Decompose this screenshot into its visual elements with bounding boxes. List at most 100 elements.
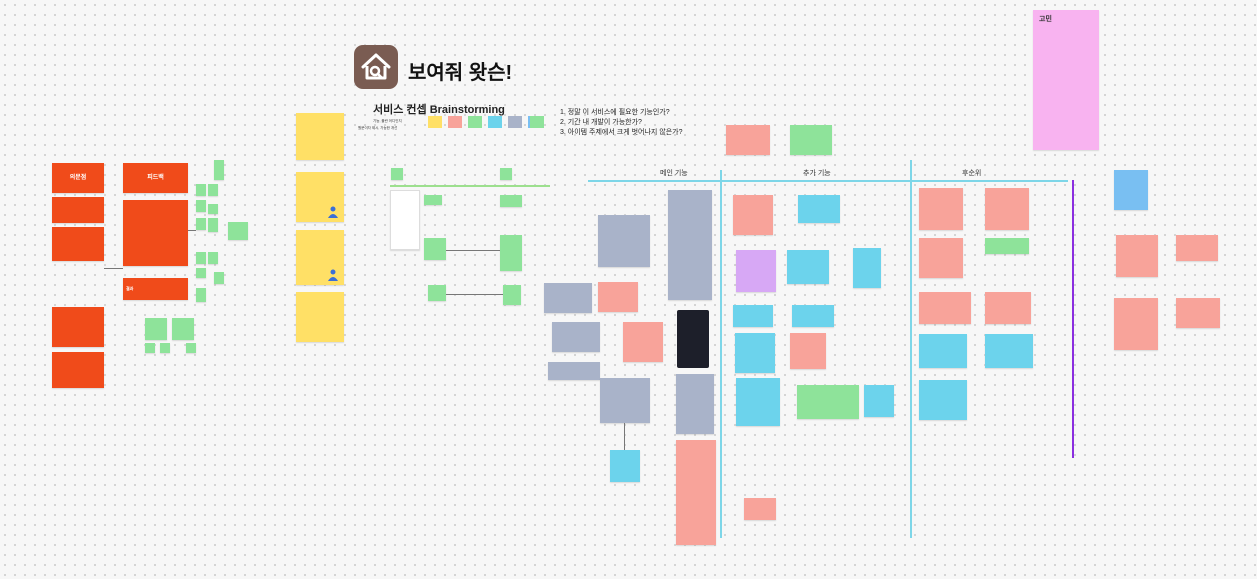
- header-sticky-result[interactable]: 결과: [123, 278, 188, 300]
- sticky-note[interactable]: [160, 343, 170, 353]
- person-icon: [328, 268, 338, 281]
- sticky-note[interactable]: [919, 380, 967, 420]
- sticky-note[interactable]: [919, 334, 967, 368]
- sticky-note[interactable]: [790, 333, 826, 369]
- sticky-note[interactable]: [985, 334, 1033, 368]
- sticky-note[interactable]: [676, 440, 716, 545]
- sticky-note[interactable]: [52, 307, 104, 347]
- person-icon: [328, 205, 338, 218]
- sticky-note[interactable]: [500, 195, 522, 207]
- sticky-note[interactable]: [500, 235, 522, 271]
- sticky-note[interactable]: [186, 343, 196, 353]
- sticky-note[interactable]: [424, 195, 442, 205]
- connector: [624, 423, 625, 450]
- sticky-note[interactable]: [919, 188, 963, 230]
- sticky-note[interactable]: [919, 238, 963, 278]
- house-search-icon: [361, 53, 391, 80]
- legend-chip: [468, 116, 482, 128]
- sticky-note[interactable]: [733, 305, 773, 327]
- sticky-note[interactable]: [428, 285, 446, 301]
- sticky-note[interactable]: [919, 292, 971, 324]
- sticky-note[interactable]: [985, 238, 1029, 254]
- sticky-note[interactable]: [798, 195, 840, 223]
- question-2: 2. 기간 내 개발이 가능한가?: [560, 119, 642, 126]
- sticky-note[interactable]: [196, 288, 206, 302]
- column-header-extra: 추가 기능: [803, 170, 831, 177]
- purple-divider: [1072, 180, 1074, 458]
- sticky-note[interactable]: [853, 248, 881, 288]
- sticky-note[interactable]: [296, 292, 344, 342]
- header-sticky-questions[interactable]: 의문점: [52, 163, 104, 193]
- sticky-note[interactable]: [1176, 298, 1220, 328]
- connector: [188, 230, 196, 231]
- sticky-note[interactable]: [985, 292, 1031, 324]
- sticky-note[interactable]: [390, 190, 420, 250]
- sticky-note[interactable]: [145, 343, 155, 353]
- sticky-note[interactable]: [214, 160, 224, 180]
- sticky-note[interactable]: [1176, 235, 1218, 261]
- sticky-note[interactable]: [208, 218, 218, 232]
- connector: [446, 250, 500, 251]
- column-header-later: 후순위: [962, 170, 982, 177]
- sticky-note[interactable]: [598, 282, 638, 312]
- sticky-note[interactable]: [196, 218, 206, 230]
- sticky-note[interactable]: [726, 125, 770, 155]
- sticky-note[interactable]: [1114, 298, 1158, 350]
- sticky-note[interactable]: [787, 250, 829, 284]
- sticky-note[interactable]: [736, 378, 780, 426]
- sticky-note[interactable]: [52, 197, 104, 223]
- sticky-note[interactable]: [797, 385, 859, 419]
- sticky-note[interactable]: [214, 272, 224, 284]
- legend-chip: [448, 116, 462, 128]
- sticky-note[interactable]: [676, 374, 714, 434]
- sticky-note[interactable]: [424, 238, 446, 260]
- connector: [104, 268, 123, 269]
- column-divider: [910, 160, 912, 538]
- sticky-note[interactable]: [623, 322, 663, 362]
- question-1: 1. 정말 이 서비스에 필요한 기능인가?: [560, 109, 670, 116]
- screenshot-thumb[interactable]: [677, 310, 709, 368]
- sticky-note[interactable]: [228, 222, 248, 240]
- sticky-note[interactable]: [733, 195, 773, 235]
- header-sticky-feedback[interactable]: 피드백: [123, 163, 188, 193]
- sticky-note[interactable]: [610, 450, 640, 482]
- sticky-note[interactable]: [1116, 235, 1158, 277]
- sticky-note[interactable]: [52, 227, 104, 261]
- sticky-note[interactable]: [1114, 170, 1148, 210]
- sticky-note[interactable]: [123, 200, 188, 266]
- sticky-note[interactable]: [145, 318, 167, 340]
- sticky-note[interactable]: [196, 184, 206, 196]
- sticky-note[interactable]: [208, 184, 218, 196]
- sticky-note[interactable]: [985, 188, 1029, 230]
- sticky-note[interactable]: [196, 268, 206, 278]
- sticky-note[interactable]: [668, 190, 712, 300]
- sticky-note[interactable]: [503, 285, 521, 305]
- connector: [446, 294, 503, 295]
- sticky-note[interactable]: [792, 305, 834, 327]
- sticky-note[interactable]: [600, 378, 650, 423]
- sticky-note[interactable]: [196, 200, 206, 212]
- sticky-note[interactable]: [548, 362, 600, 380]
- sticky-note[interactable]: [172, 318, 194, 340]
- sticky-note[interactable]: [500, 168, 512, 180]
- sticky-note[interactable]: [790, 125, 832, 155]
- column-divider: [720, 170, 722, 538]
- sticky-note[interactable]: 고민: [1033, 10, 1099, 150]
- sticky-note[interactable]: [598, 215, 650, 267]
- sticky-note[interactable]: [296, 113, 344, 160]
- sticky-note[interactable]: [864, 385, 894, 417]
- sticky-note[interactable]: [736, 250, 776, 292]
- sticky-note[interactable]: [552, 322, 600, 352]
- sticky-note[interactable]: [208, 252, 218, 264]
- sticky-note[interactable]: [391, 168, 403, 180]
- sticky-note[interactable]: [744, 498, 776, 520]
- board-subtitle: 서비스 컨셉 Brainstorming: [373, 104, 505, 116]
- sticky-note[interactable]: [52, 352, 104, 388]
- legend-chip: [508, 116, 522, 128]
- legend-chip: [428, 116, 442, 128]
- sticky-note[interactable]: [735, 333, 775, 373]
- sticky-note[interactable]: [544, 283, 592, 313]
- question-3: 3. 아이템 주제에서 크게 벗어나지 않은가?: [560, 129, 683, 136]
- sticky-note[interactable]: [196, 252, 206, 264]
- sticky-note[interactable]: [208, 204, 218, 214]
